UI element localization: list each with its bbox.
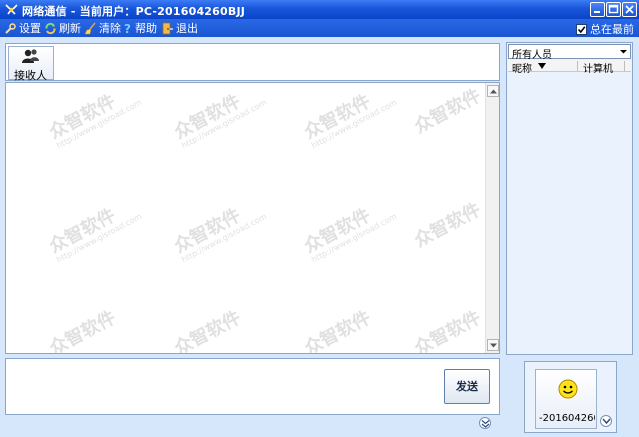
client-area: 接收人 众智软件 http://www.gisroad.com 众智软件 http:…: [0, 37, 639, 437]
watermark: 众智软件 http://www.gisroad.com: [299, 191, 399, 264]
maximize-icon: [608, 4, 619, 14]
watermark-text: 众智软件: [410, 85, 485, 138]
refresh-button[interactable]: 刷新: [44, 21, 81, 35]
refresh-icon: [45, 22, 56, 34]
watermark-text: 众智软件: [410, 307, 485, 354]
user-filter-value: 所有人员: [512, 50, 552, 61]
settings-button[interactable]: 设置: [4, 21, 41, 35]
always-on-top-checkbox[interactable]: [576, 23, 587, 35]
wrench-icon: [5, 22, 16, 34]
watermark: 众智软件 http://www.gisroad.com: [169, 191, 269, 264]
always-on-top-label: 总在最前: [590, 23, 634, 36]
watermark: 众智软件: [169, 304, 245, 354]
column-divider[interactable]: [577, 61, 578, 71]
help-label: 帮助: [135, 22, 157, 35]
checkmark-icon: [577, 25, 586, 33]
close-icon: [625, 5, 634, 14]
current-user-name: -201604260BJ: [539, 413, 595, 424]
user-list-panel: 所有人员 昵称 计算机: [506, 42, 633, 355]
minimize-icon: [594, 11, 600, 13]
current-user-menu-button[interactable]: [600, 415, 612, 427]
recipient-label: 接收人: [14, 69, 47, 82]
help-button[interactable]: ? 帮助: [122, 21, 157, 36]
watermark: 众智软件 http://www.gisroad.com: [299, 83, 399, 150]
app-network-icon: [5, 4, 18, 15]
settings-label: 设置: [19, 22, 41, 35]
watermark: 众智软件: [299, 304, 375, 354]
help-icon: ?: [124, 22, 131, 35]
chevron-down-icon: [602, 418, 611, 425]
watermark: 众智软件: [44, 304, 120, 354]
minimize-button[interactable]: [590, 2, 605, 17]
message-input-panel: 发送: [5, 358, 500, 415]
send-button[interactable]: 发送: [444, 369, 490, 404]
always-on-top-toggle[interactable]: 总在最前: [576, 21, 634, 37]
arrow-down-icon: [490, 343, 497, 348]
watermark: 众智软件 http://www.gisroad.com: [44, 83, 144, 150]
toolbar: 设置 刷新 清除 ? 帮助 退出 总在最前: [0, 19, 639, 37]
close-button[interactable]: [622, 2, 637, 17]
expand-input-button[interactable]: [479, 417, 491, 429]
watermark-text: 众智软件: [300, 307, 375, 354]
current-user-panel: -201604260BJ: [524, 361, 617, 433]
watermark-text: 众智软件: [170, 307, 245, 354]
scroll-up-button[interactable]: [487, 85, 499, 97]
window-title: 网络通信 - 当前用户：PC-201604260BJJ: [22, 5, 246, 18]
clear-label: 清除: [99, 22, 121, 35]
broom-icon: [84, 21, 96, 34]
column-nickname[interactable]: 昵称: [512, 60, 532, 75]
user-filter-select[interactable]: 所有人员: [508, 44, 631, 61]
watermark: 众智软件 http://www.gisroad.com: [44, 191, 144, 264]
watermark-text: 众智软件: [45, 307, 120, 354]
exit-button[interactable]: 退出: [161, 21, 198, 35]
clear-button[interactable]: 清除: [84, 21, 121, 35]
recipient-bar: 接收人: [5, 43, 500, 82]
watermark: 众智软件: [409, 83, 485, 138]
title-bar[interactable]: 网络通信 - 当前用户：PC-201604260BJJ: [0, 0, 639, 19]
chevron-double-down-icon: [481, 420, 490, 428]
column-divider[interactable]: [624, 61, 625, 71]
watermark: 众智软件: [409, 196, 485, 253]
chat-history[interactable]: 众智软件 http://www.gisroad.com 众智软件 http://ww…: [5, 82, 500, 354]
exit-label: 退出: [176, 22, 198, 35]
arrow-up-icon: [490, 89, 497, 94]
maximize-button[interactable]: [606, 2, 621, 17]
scroll-down-button[interactable]: [487, 339, 499, 351]
chevron-down-icon[interactable]: [618, 46, 629, 57]
chat-scrollbar[interactable]: [485, 83, 499, 353]
watermark-text: 众智软件: [410, 199, 485, 252]
refresh-label: 刷新: [59, 22, 81, 35]
exit-door-icon: [162, 22, 173, 34]
user-list-header: 昵称 计算机: [508, 60, 631, 75]
svg-text:?: ?: [124, 22, 131, 35]
column-computer[interactable]: 计算机: [583, 60, 613, 75]
recipients-people-icon: [22, 49, 39, 63]
recipient-button[interactable]: 接收人: [8, 46, 54, 82]
smiley-avatar-icon: [558, 379, 578, 399]
current-user-button[interactable]: -201604260BJ: [535, 369, 597, 429]
watermark: 众智软件 http://www.gisroad.com: [169, 83, 269, 150]
sort-desc-icon: [538, 63, 546, 69]
watermark: 众智软件: [409, 304, 485, 354]
